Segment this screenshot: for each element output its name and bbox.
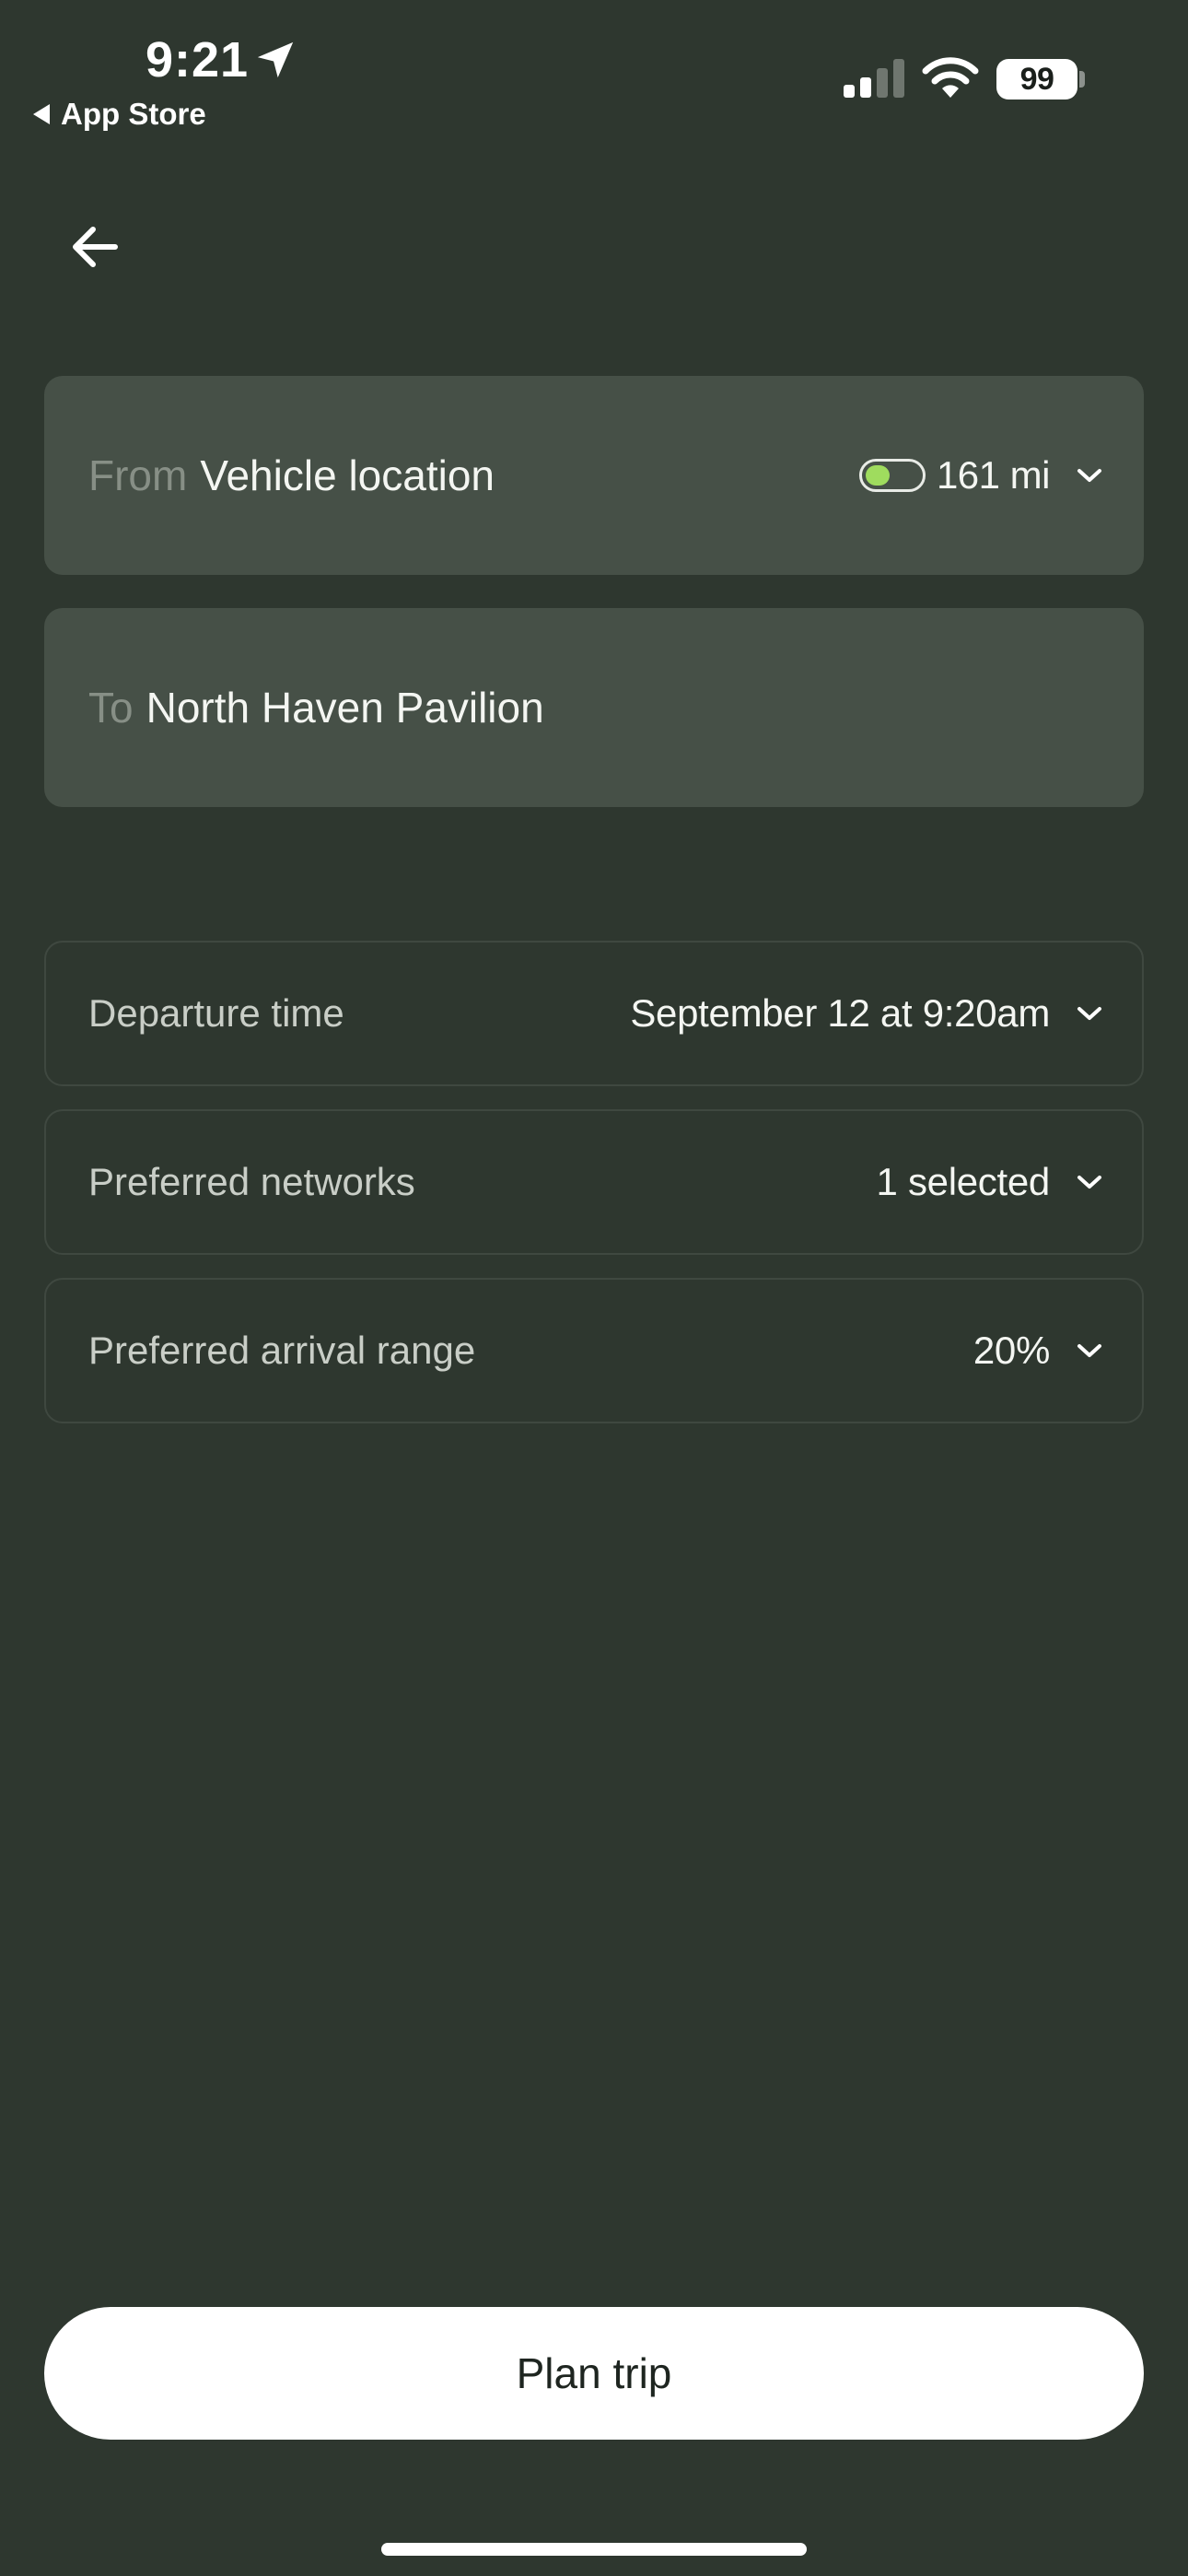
cellular-signal-icon [844, 59, 904, 98]
chevron-down-icon [1077, 1344, 1101, 1357]
plan-trip-button[interactable]: Plan trip [44, 2307, 1144, 2440]
to-value: North Haven Pavilion [146, 684, 544, 732]
battery-icon: 99 [996, 59, 1077, 100]
from-text: From Vehicle location [88, 376, 495, 575]
arrow-left-icon [73, 227, 118, 267]
to-prefix: To [88, 684, 134, 732]
departure-time-selector: September 12 at 9:20am [630, 943, 1103, 1084]
wifi-icon [922, 57, 979, 98]
battery-nub [1079, 71, 1085, 88]
departure-time-label: Departure time [88, 991, 344, 1035]
vehicle-battery-fill [865, 465, 890, 486]
preferred-networks-label: Preferred networks [88, 1160, 415, 1203]
home-indicator[interactable] [381, 2543, 807, 2556]
back-to-app-store[interactable]: App Store [33, 96, 206, 133]
preferred-networks-value: 1 selected [876, 1160, 1051, 1203]
from-prefix: From [88, 451, 188, 499]
back-button[interactable] [55, 210, 134, 284]
chevron-down-icon [1077, 469, 1101, 482]
preferred-networks-selector: 1 selected [877, 1111, 1103, 1253]
back-triangle-icon [33, 104, 50, 124]
chevron-down-icon [1077, 1007, 1101, 1020]
range-value: 161 mi [936, 453, 1051, 497]
vehicle-battery-icon [858, 459, 926, 492]
chevron-down-icon [1077, 1176, 1101, 1188]
to-location-field[interactable]: To North Haven Pavilion [44, 608, 1144, 807]
preferred-arrival-range-label: Preferred arrival range [88, 1329, 476, 1372]
back-to-app-label: App Store [61, 97, 206, 131]
departure-time-row[interactable]: Departure time September 12 at 9:20am [44, 941, 1144, 1086]
to-text: To North Haven Pavilion [88, 608, 544, 807]
from-value: Vehicle location [200, 451, 495, 499]
departure-time-value: September 12 at 9:20am [630, 991, 1050, 1035]
location-arrow-icon [257, 41, 294, 78]
preferred-arrival-range-selector: 20% [973, 1280, 1103, 1422]
range-selector[interactable]: 161 mi [858, 376, 1103, 575]
preferred-arrival-range-row[interactable]: Preferred arrival range 20% [44, 1278, 1144, 1423]
preferred-networks-row[interactable]: Preferred networks 1 selected [44, 1109, 1144, 1255]
battery-percent: 99 [1019, 61, 1054, 97]
status-time: 9:21 [146, 32, 250, 88]
from-location-field[interactable]: From Vehicle location 161 mi [44, 376, 1144, 575]
preferred-arrival-range-value: 20% [973, 1329, 1050, 1372]
